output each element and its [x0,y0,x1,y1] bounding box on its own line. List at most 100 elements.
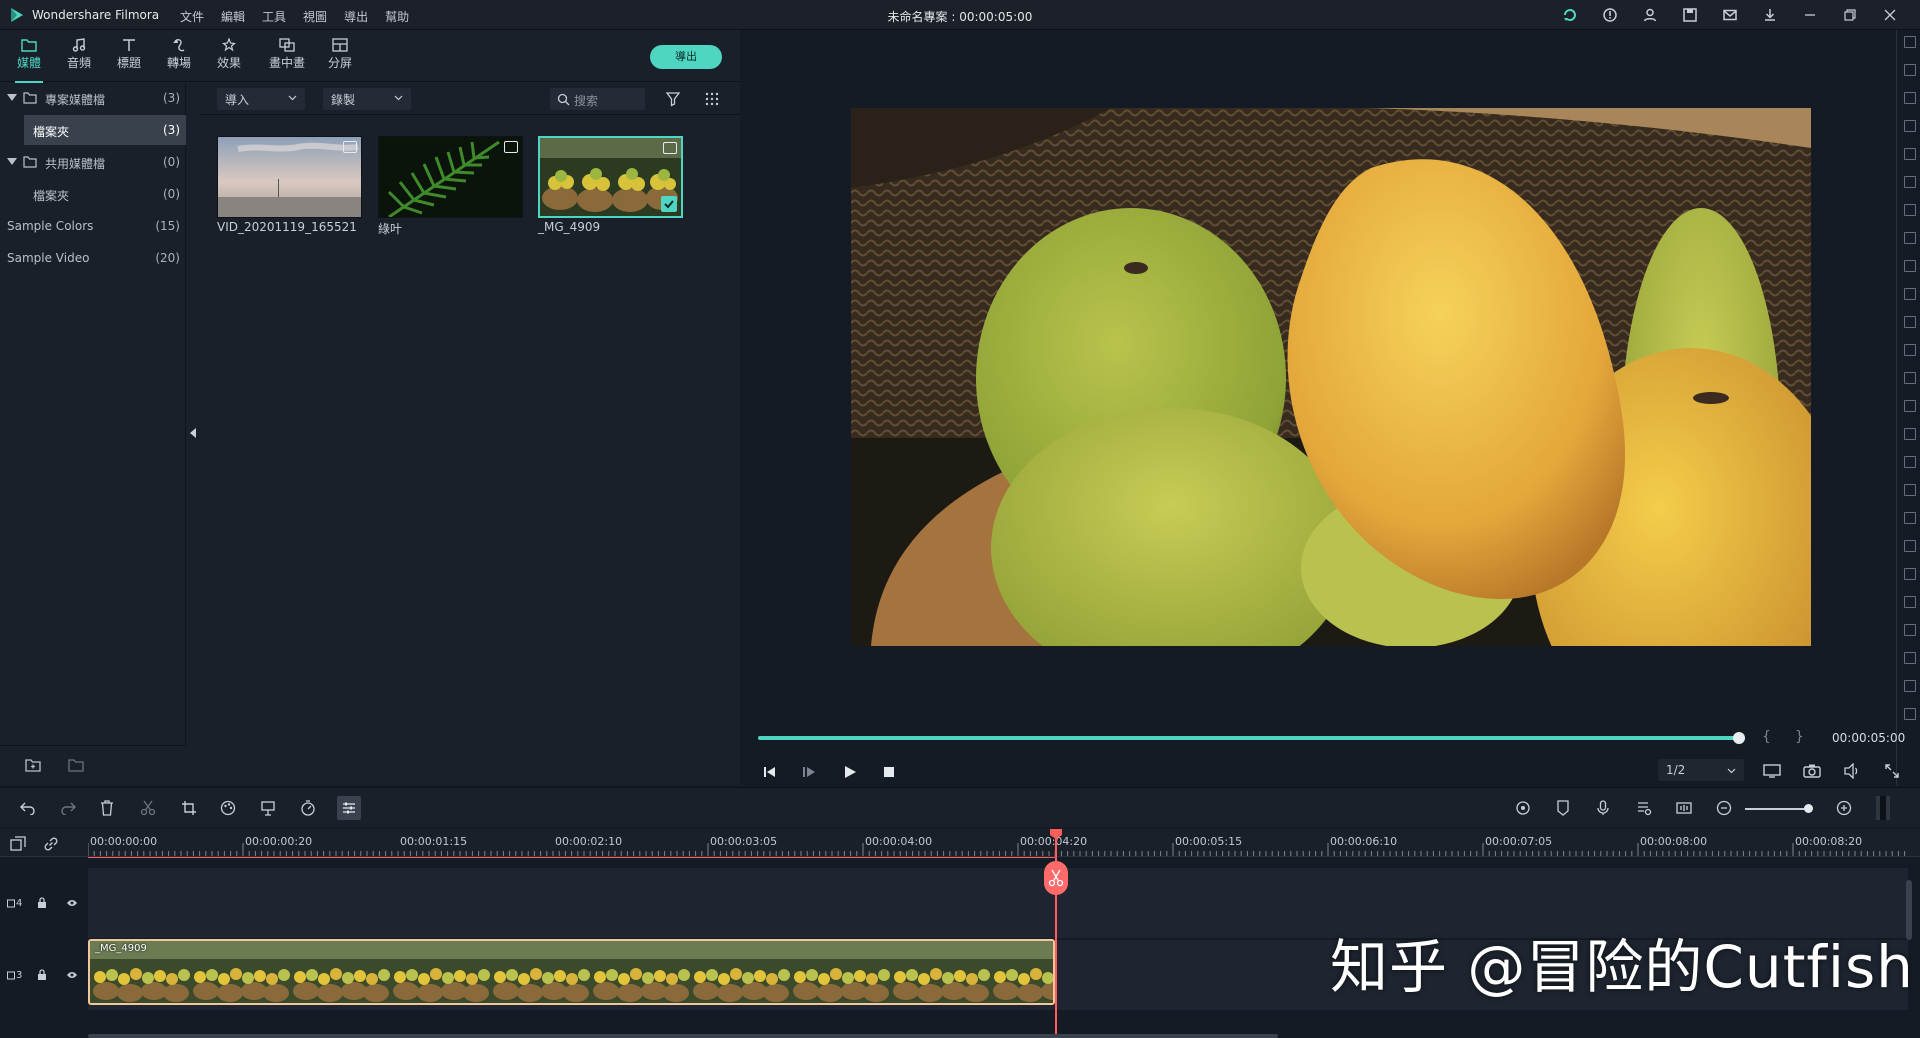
marker-checkbox[interactable] [1904,316,1916,328]
marker-checkbox[interactable] [1904,456,1916,468]
media-thumbnail-fern[interactable] [378,136,523,218]
tree-sample-video[interactable]: Sample Video (20) [0,243,186,273]
speed-icon[interactable] [300,800,316,816]
tab-audio[interactable]: 音頻 [57,36,101,78]
zoom-slider[interactable] [1745,808,1810,810]
export-button[interactable]: 導出 [650,45,722,69]
media-thumbnail-mango[interactable] [538,136,683,218]
menu-tools[interactable]: 工具 [262,8,286,25]
volume-icon[interactable] [1843,763,1861,779]
marker-checkbox[interactable] [1904,484,1916,496]
timeline-horizontal-scrollbar[interactable] [88,1034,1278,1038]
previous-frame-icon[interactable] [763,765,777,779]
display-settings-icon[interactable] [1763,763,1781,779]
cut-icon[interactable] [140,800,156,816]
zoom-in-icon[interactable] [1836,800,1852,816]
marker-checkbox[interactable] [1904,148,1916,160]
green-screen-icon[interactable] [260,800,276,816]
preview-progress-bar[interactable] [758,736,1740,740]
marker-checkbox[interactable] [1904,288,1916,300]
adjust-button[interactable] [337,796,361,820]
add-track-icon[interactable] [10,836,26,852]
microphone-icon[interactable] [1596,800,1610,816]
download-icon[interactable] [1750,5,1790,25]
timeline-settings-handle[interactable] [1876,796,1890,820]
marker-checkbox[interactable] [1904,372,1916,384]
stop-icon[interactable] [883,766,895,778]
media-thumbnail-video[interactable] [217,136,362,218]
grid-view-icon[interactable] [705,92,719,106]
tab-titles[interactable]: 標題 [107,36,151,78]
marker-checkbox[interactable] [1904,428,1916,440]
marker-checkbox[interactable] [1904,568,1916,580]
menu-help[interactable]: 幫助 [385,8,409,25]
marker-checkbox[interactable] [1904,64,1916,76]
marker-checkbox[interactable] [1904,260,1916,272]
link-icon[interactable] [43,836,59,852]
fullscreen-icon[interactable] [1884,763,1900,779]
sync-icon[interactable] [1550,5,1590,25]
voiceover-icon[interactable] [1676,800,1692,816]
info-icon[interactable] [1590,5,1630,25]
marker-checkbox[interactable] [1904,232,1916,244]
expand-caret-icon[interactable] [7,94,17,101]
menu-file[interactable]: 文件 [180,8,204,25]
eye-icon[interactable] [66,971,78,979]
mark-in-icon[interactable]: { [1762,729,1771,745]
marker-checkbox[interactable] [1904,596,1916,608]
delete-folder-icon[interactable] [68,758,84,772]
preview-quality-dropdown[interactable]: 1/2 [1658,759,1744,781]
marker-checkbox[interactable] [1904,204,1916,216]
expand-caret-icon[interactable] [7,158,17,165]
tab-pip[interactable]: 畫中畫 [262,36,312,78]
account-icon[interactable] [1630,5,1670,25]
tree-shared-media[interactable]: 共用媒體檔 (0) [0,147,186,177]
snapshot-icon[interactable] [1803,763,1821,779]
eye-icon[interactable] [66,899,78,907]
marker-checkbox[interactable] [1904,708,1916,720]
import-dropdown[interactable]: 導入 [217,88,305,110]
tree-shared-folder[interactable]: 檔案夾 (0) [0,179,186,209]
marker-checkbox[interactable] [1904,540,1916,552]
mark-out-icon[interactable]: } [1795,729,1804,745]
redo-icon[interactable] [60,801,76,815]
marker-checkbox[interactable] [1904,36,1916,48]
mail-icon[interactable] [1710,5,1750,25]
collapse-panel-icon[interactable] [190,428,196,438]
marker-checkbox[interactable] [1904,176,1916,188]
menu-edit[interactable]: 編輯 [221,8,245,25]
close-icon[interactable] [1870,5,1910,25]
crop-icon[interactable] [181,800,197,816]
tree-sample-colors[interactable]: Sample Colors (15) [0,211,186,241]
marker-icon[interactable] [1556,800,1570,816]
lock-icon[interactable] [37,969,47,981]
marker-checkbox[interactable] [1904,344,1916,356]
marker-checkbox[interactable] [1904,680,1916,692]
record-dropdown[interactable]: 錄製 [323,88,411,110]
color-icon[interactable] [220,800,236,816]
zoom-slider-knob[interactable] [1804,804,1813,813]
save-icon[interactable] [1670,5,1710,25]
play-icon[interactable] [843,765,857,779]
marker-checkbox[interactable] [1904,400,1916,412]
split-scissors-button[interactable] [1044,861,1068,895]
undo-icon[interactable] [20,801,36,815]
tree-project-media[interactable]: 專案媒體檔 (3) [0,83,186,113]
render-icon[interactable] [1515,800,1531,816]
marker-checkbox[interactable] [1904,512,1916,524]
zoom-out-icon[interactable] [1716,800,1732,816]
tab-effects[interactable]: 效果 [207,36,251,78]
delete-icon[interactable] [100,800,114,816]
timeline-ruler[interactable]: 00:00:00:00 00:00:00:20 00:00:01:15 00:00:0… [0,829,1920,857]
tab-transitions[interactable]: 轉場 [157,36,201,78]
timeline-clip[interactable] [88,939,1055,1005]
preview-progress-knob[interactable] [1733,732,1745,744]
marker-checkbox[interactable] [1904,92,1916,104]
menu-view[interactable]: 視圖 [303,8,327,25]
lock-icon[interactable] [37,897,47,909]
marker-checkbox[interactable] [1904,624,1916,636]
new-folder-icon[interactable] [25,758,41,772]
tree-folder-selected[interactable]: 檔案夾 (3) [0,113,186,147]
menu-export[interactable]: 導出 [344,8,368,25]
tab-split-screen[interactable]: 分屏 [318,36,362,78]
